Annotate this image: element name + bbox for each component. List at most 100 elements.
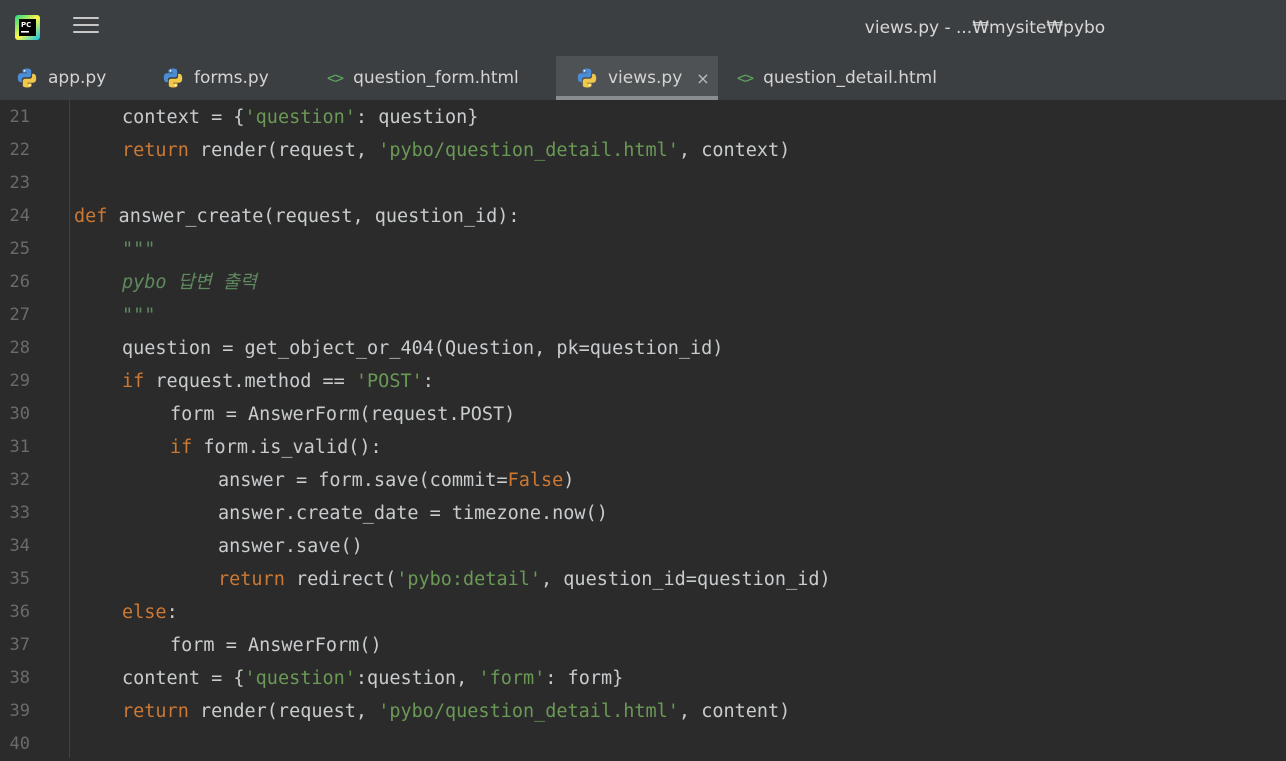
code-token: if (122, 371, 145, 392)
code-token: def (74, 206, 108, 227)
pycharm-logo-icon[interactable]: PC (15, 15, 40, 40)
tab-label: question_detail.html (763, 68, 937, 88)
line-number: 40 (9, 734, 30, 754)
line-number: 26 (9, 272, 30, 292)
tab-label: question_form.html (353, 68, 519, 88)
code-line[interactable]: 27 """ (0, 299, 1286, 332)
code-token: context = { (122, 107, 245, 128)
code-line[interactable]: 21 context = {'question': question} (0, 101, 1286, 134)
close-tab-icon[interactable]: × (696, 69, 709, 88)
line-number: 34 (9, 536, 30, 556)
code-token: 'form' (478, 668, 546, 689)
code-token: render(request, (188, 701, 379, 722)
code-text: """ (122, 233, 155, 266)
code-text: def answer_create(request, question_id): (74, 200, 520, 233)
code-text: form = AnswerForm(request.POST) (170, 398, 515, 431)
line-number: 33 (9, 503, 30, 523)
code-text: question = get_object_or_404(Question, p… (122, 332, 723, 365)
code-text: context = {'question': question} (122, 101, 478, 134)
line-number: 27 (9, 305, 30, 325)
code-line[interactable]: 29 if request.method == 'POST': (0, 365, 1286, 398)
code-token: : (166, 602, 178, 623)
tab-forms-py[interactable]: forms.py (162, 56, 283, 100)
code-line[interactable]: 25 """ (0, 233, 1286, 266)
code-token: return (122, 701, 189, 722)
code-token: content = { (122, 668, 245, 689)
tab-app-py[interactable]: app.py (16, 56, 120, 100)
code-line[interactable]: 28 question = get_object_or_404(Question,… (0, 332, 1286, 365)
code-token: : (422, 371, 434, 392)
code-token: return (122, 140, 189, 161)
code-text: form = AnswerForm() (170, 629, 382, 662)
line-number: 35 (9, 569, 30, 589)
code-line[interactable]: 37 form = AnswerForm() (0, 629, 1286, 662)
code-text: else: (122, 596, 178, 629)
code-token: 'question' (244, 668, 356, 689)
code-token: form.is_valid(): (192, 437, 382, 458)
code-line[interactable]: 35 return redirect('pybo:detail', questio… (0, 563, 1286, 596)
code-line[interactable]: 34 answer.save() (0, 530, 1286, 563)
code-token: redirect( (284, 569, 397, 590)
code-text: pybo 답변 출력 (122, 266, 257, 299)
code-token: False (507, 470, 564, 491)
line-number: 36 (9, 602, 30, 622)
line-number: 32 (9, 470, 30, 490)
line-number: 28 (9, 338, 30, 358)
code-line[interactable]: 26 pybo 답변 출력 (0, 266, 1286, 299)
svg-text:PC: PC (21, 21, 31, 29)
code-line[interactable]: 36 else: (0, 596, 1286, 629)
hamburger-menu-icon[interactable] (73, 14, 99, 40)
code-token: answer.create_date = timezone.now() (218, 503, 608, 524)
code-text: if request.method == 'POST': (122, 365, 434, 398)
line-number: 22 (9, 140, 30, 160)
line-number: 31 (9, 437, 30, 457)
code-line[interactable]: 24 def answer_create(request, question_id… (0, 200, 1286, 233)
code-line[interactable]: 30 form = AnswerForm(request.POST) (0, 398, 1286, 431)
tab-question-form-html[interactable]: <> question_form.html (327, 56, 533, 100)
python-file-icon (17, 68, 37, 88)
code-token: ) (563, 470, 575, 491)
code-line[interactable]: 22 return render(request, 'pybo/question_… (0, 134, 1286, 167)
tab-label: app.py (48, 68, 107, 88)
code-line[interactable]: 32 answer = form.save(commit=False) (0, 464, 1286, 497)
code-token: answer_create(request, question_id): (107, 206, 520, 227)
code-token: return (218, 569, 285, 590)
python-file-icon (163, 68, 183, 88)
gutter-divider (69, 100, 70, 758)
code-text: content = {'question':question, 'form': … (122, 662, 623, 695)
code-line[interactable]: 38 content = {'question':question, 'form'… (0, 662, 1286, 695)
code-token: """ (122, 305, 156, 326)
line-number: 23 (9, 173, 30, 193)
code-line[interactable]: 40 (0, 728, 1286, 761)
tab-views-py[interactable]: views.py × (556, 56, 718, 100)
code-token: , content) (678, 701, 791, 722)
code-text: answer.create_date = timezone.now() (218, 497, 608, 530)
code-token: request.method == (144, 371, 356, 392)
code-editor[interactable]: 21 context = {'question': question} 22 retu… (0, 100, 1286, 758)
code-token: else (122, 602, 167, 623)
code-token: 'POST' (355, 371, 423, 392)
code-text: """ (122, 299, 155, 332)
code-line[interactable]: 33 answer.create_date = timezone.now() (0, 497, 1286, 530)
tab-label: forms.py (194, 68, 269, 88)
code-token: question = get_object_or_404(Question, p… (122, 338, 724, 359)
code-text: return render(request, 'pybo/question_de… (122, 134, 790, 167)
html-file-icon: <> (327, 69, 344, 87)
code-line[interactable]: 23 (0, 167, 1286, 200)
window-title: views.py - ...₩mysite₩pybo (864, 18, 1106, 38)
code-line[interactable]: 31 if form.is_valid(): (0, 431, 1286, 464)
code-token: answer = form.save(commit= (218, 470, 508, 491)
code-line[interactable]: 39 return render(request, 'pybo/question_… (0, 695, 1286, 728)
code-token: pybo 답변 출력 (122, 272, 257, 293)
code-token: 'question' (244, 107, 356, 128)
editor-tabs: app.py forms.py <> question_form.html vi… (0, 56, 1286, 100)
code-token: form = AnswerForm() (170, 635, 382, 656)
line-number: 39 (9, 701, 30, 721)
code-token: 'pybo/question_detail.html' (378, 140, 679, 161)
code-text: return redirect('pybo:detail', question_… (218, 563, 831, 596)
tab-question-detail-html[interactable]: <> question_detail.html (737, 56, 951, 100)
code-token: render(request, (188, 140, 379, 161)
line-number: 38 (9, 668, 30, 688)
code-token: answer.save() (218, 536, 363, 557)
code-text: if form.is_valid(): (170, 431, 382, 464)
